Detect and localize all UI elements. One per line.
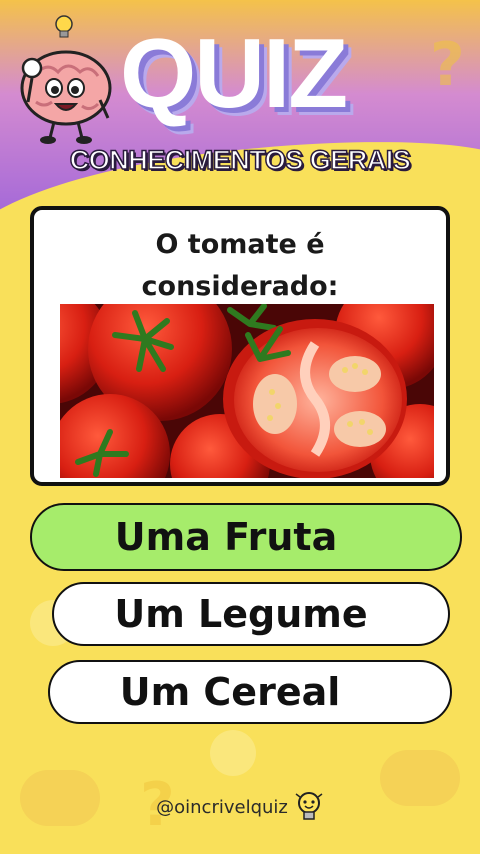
footer-handle: @oincrivelquiz [0,790,480,824]
option-label: Um Legume [114,592,368,636]
lightbulb-icon [295,792,323,820]
option-uma-fruta[interactable]: Uma Fruta [30,503,462,571]
option-um-legume[interactable]: Um Legume [52,582,450,646]
lightbulb-decoration [210,730,256,776]
quiz-title: QUIZ [120,18,348,128]
handle-text: @oincrivelquiz [156,796,288,818]
option-label: Um Cereal [119,670,341,714]
brain-mascot-icon [20,15,112,144]
question-line-2: considerado: [141,271,339,302]
option-label: Uma Fruta [114,515,338,559]
tomato-image [60,304,434,478]
option-um-cereal[interactable]: Um Cereal [48,660,452,724]
question-text: O tomate é considerado: [34,224,446,308]
question-card: O tomate é considerado: [30,206,450,486]
quiz-subtitle: CONHECIMENTOS GERAIS [69,144,412,176]
question-mark-decoration: ? [430,30,465,100]
question-line-1: O tomate é [155,229,325,260]
